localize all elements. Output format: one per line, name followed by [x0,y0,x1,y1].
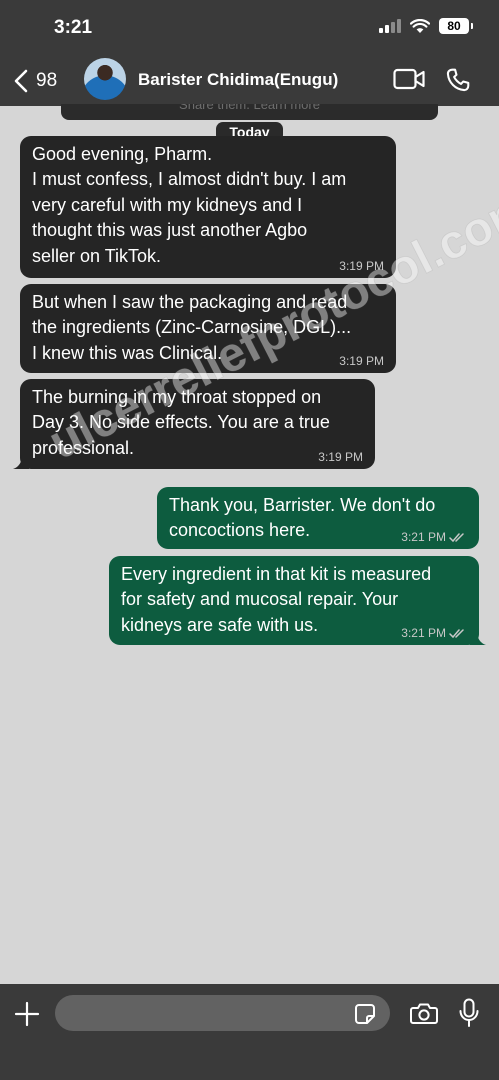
battery-level: 80 [447,19,461,33]
double-check-icon [449,628,464,638]
message-meta: 3:19 PM [318,450,363,464]
status-icons: 80 [379,18,473,34]
back-button[interactable]: 98 [14,67,57,95]
message-line: The burning in my throat stopped on [32,387,322,407]
message-meta: 3:19 PM [339,259,384,273]
chat-header: 98 Barister Chidima(Enugu) [0,58,499,106]
message-bubble-incoming[interactable]: But when I saw the packaging and read th… [20,284,396,373]
contact-name[interactable]: Barister Chidima(Enugu) [138,70,338,90]
message-line: seller on TikTok. [32,245,162,266]
status-time: 3:21 [54,17,93,38]
chevron-left-icon [14,69,28,93]
bubble-tail [13,455,29,469]
message-bubble-incoming[interactable]: Good evening, Pharm. I must confess, I a… [20,136,396,278]
unread-count: 98 [36,70,58,91]
pinned-text: Share them. Learn more [179,104,320,112]
bubble-tail [470,631,486,645]
message-meta: 3:21 PM [401,626,467,640]
message-line: I knew this was Clinical. [32,342,223,363]
message-time: 3:19 PM [339,354,384,368]
video-camera-icon[interactable] [393,68,425,90]
cellular-signal-icon [379,19,401,33]
camera-icon[interactable] [410,1001,438,1025]
double-check-icon [449,532,464,542]
message-line: for safety and mucosal repair. Your [121,589,399,610]
message-time: 3:19 PM [318,450,363,464]
message-meta: 3:19 PM [339,354,384,368]
message-line: professional. [32,437,135,458]
message-line: the ingredients (Zinc-Carnosine, DGL)... [32,317,352,338]
sticker-icon[interactable] [354,1003,376,1025]
message-input[interactable] [55,995,390,1031]
microphone-icon[interactable] [458,998,480,1028]
message-line: But when I saw the packaging and read [32,292,348,312]
message-line: Every ingredient in that kit is measured [121,564,432,584]
message-bubble-outgoing[interactable]: Every ingredient in that kit is measured… [109,556,486,645]
avatar[interactable] [84,58,126,100]
battery-icon: 80 [439,18,473,34]
pinned-banner[interactable]: Share them. Learn more [61,104,438,120]
message-time: 3:21 PM [401,626,446,640]
message-meta: 3:21 PM [401,530,467,544]
message-time: 3:21 PM [401,530,446,544]
phone-icon[interactable] [445,67,471,93]
message-bubble-incoming[interactable]: The burning in my throat stopped on Day … [13,379,375,469]
wifi-icon [410,18,430,33]
message-line: Day 3. No side effects. You are a true [32,412,330,433]
message-bubble-outgoing[interactable]: Thank you, Barrister. We don't do concoc… [157,487,479,549]
message-time: 3:19 PM [339,259,384,273]
plus-icon[interactable] [14,1001,40,1027]
message-line: I must confess, I almost didn't buy. I a… [32,169,347,190]
message-line: thought this was just another Agbo [32,220,308,241]
message-line: very careful with my kidneys and I [32,194,303,215]
message-line: Thank you, Barrister. We don't do [169,495,436,515]
status-bar: 3:21 80 [0,0,499,58]
composer-bar [0,984,499,1080]
message-line: Good evening, Pharm. [32,144,213,164]
